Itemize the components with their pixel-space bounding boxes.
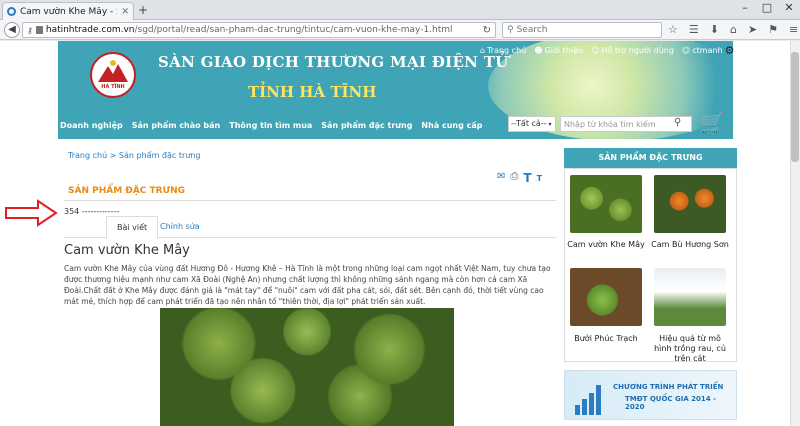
- menu-item-suppliers[interactable]: Nhà cung cấp: [421, 121, 482, 130]
- site-subtitle: TỈNH HÀ TĨNH: [248, 83, 377, 101]
- tab-edit[interactable]: Chỉnh sửa: [150, 216, 210, 239]
- home-icon[interactable]: ⌂: [730, 23, 737, 36]
- product-name-cam-khe-may[interactable]: Cam vườn Khe Mây: [566, 240, 646, 250]
- minimize-button[interactable]: –: [734, 0, 756, 18]
- close-tab-icon[interactable]: ✕: [121, 7, 129, 17]
- key-icon: ⚷: [27, 25, 33, 35]
- browser-toolbar-icons: ☆ ☰ ⬇ ⌂ ➤ ⚑ ≡: [668, 23, 798, 36]
- tab-title: Cam vườn Khe Mây - Sàn ...: [20, 6, 117, 17]
- banner-line1: CHƯƠNG TRÌNH PHÁT TRIỂN: [613, 383, 724, 391]
- menu-item-products-for-sale[interactable]: Sản phẩm chào bán: [132, 121, 221, 130]
- banner-line2: TMĐT QUỐC GIA 2014 - 2020: [625, 395, 717, 411]
- article-title: Cam vườn Khe Mây: [64, 243, 190, 258]
- scrollbar-thumb[interactable]: [791, 52, 799, 162]
- product-image-buoi-phuc-trach[interactable]: [570, 268, 642, 326]
- user-icon: ☺: [591, 46, 600, 55]
- top-link-home[interactable]: ⌂ Trang chủ: [480, 44, 526, 57]
- category-select-value: --Tất cả--: [511, 119, 547, 128]
- address-bar[interactable]: ⚷ hatinhtrade.com.vn/sgd/portal/read/san…: [22, 22, 496, 38]
- reading-list-icon[interactable]: ☰: [689, 23, 699, 36]
- bookmark-star-icon[interactable]: ☆: [668, 23, 678, 36]
- menu-item-specialties[interactable]: Sản phẩm đặc trưng: [321, 121, 412, 130]
- back-button[interactable]: ◀: [4, 22, 20, 38]
- product-image-cam-khe-may[interactable]: [570, 175, 642, 233]
- top-link-about-label: Giới thiệu: [544, 46, 584, 55]
- home-icon: ⌂: [480, 46, 486, 55]
- section-title: SẢN PHẨM ĐẶC TRƯNG: [68, 186, 186, 196]
- top-link-about[interactable]: ☻ Giới thiệu: [534, 44, 583, 57]
- close-window-button[interactable]: ✕: [778, 0, 800, 18]
- menu-icon[interactable]: ≡: [789, 23, 798, 36]
- product-name-cam-bu[interactable]: Cam Bù Hương Sơn: [650, 240, 730, 250]
- url-domain: hatinhtrade.com.vn: [45, 25, 135, 35]
- download-icon[interactable]: ⬇: [710, 23, 719, 36]
- font-smaller-icon[interactable]: T: [537, 171, 542, 185]
- product-name-buoi-phuc-trach[interactable]: Bưởi Phúc Trạch: [566, 334, 646, 344]
- menu-item-companies[interactable]: Doanh nghiệp: [60, 121, 123, 130]
- keyword-search-input[interactable]: Nhập từ khóa tìm kiếm: [560, 116, 692, 132]
- top-link-account[interactable]: ☺ ctmanh ⚙: [682, 44, 735, 57]
- site-title: SÀN GIAO DỊCH THƯƠNG MẠI ĐIỆN TỬ: [158, 53, 509, 71]
- gear-icon[interactable]: ⚙: [725, 44, 735, 57]
- ecommerce-program-banner[interactable]: CHƯƠNG TRÌNH PHÁT TRIỂN TMĐT QUỐC GIA 20…: [564, 370, 737, 420]
- site-logo[interactable]: HÀ TĨNH: [90, 52, 136, 98]
- breadcrumb[interactable]: Trang chủ > Sản phẩm đặc trưng: [68, 151, 200, 160]
- main-menu: Doanh nghiệp Sản phẩm chào bán Thông tin…: [60, 121, 483, 130]
- top-link-account-label: ctmanh: [692, 46, 723, 55]
- reload-icon[interactable]: ↻: [483, 25, 491, 36]
- article-photo-oranges: [160, 308, 454, 426]
- flag-icon[interactable]: ⚑: [768, 23, 778, 36]
- logo-text: HÀ TĨNH: [101, 84, 125, 90]
- lock-icon: [35, 26, 43, 34]
- top-links: ⌂ Trang chủ ☻ Giới thiệu ☺ Hỗ trợ người dùn…: [480, 44, 735, 57]
- maximize-button[interactable]: □: [756, 0, 778, 18]
- shopping-cart-icon[interactable]: 🛒: [700, 110, 725, 134]
- account-icon: ☺: [681, 46, 691, 55]
- url-text: hatinhtrade.com.vn/sgd/portal/read/san-p…: [46, 25, 453, 35]
- sidebar-heading: SẢN PHẨM ĐẶC TRƯNG: [564, 148, 737, 168]
- browser-tab[interactable]: Cam vườn Khe Mây - Sàn ... ✕: [2, 2, 134, 20]
- view-count: 354 -------------: [64, 207, 120, 216]
- section-divider: [64, 200, 556, 201]
- search-button-icon[interactable]: ⚲: [674, 117, 681, 128]
- favicon-icon: [7, 7, 16, 16]
- article-body: Cam vườn Khe Mây của vùng đất Hương Đô -…: [64, 264, 551, 306]
- font-larger-icon[interactable]: T: [523, 171, 531, 185]
- banner-chart-icon: [575, 379, 605, 415]
- search-icon: ⚲: [507, 25, 514, 35]
- category-select[interactable]: --Tất cả-- ▾: [508, 116, 556, 132]
- top-link-support[interactable]: ☺ Hỗ trợ người dùng: [591, 44, 674, 57]
- browser-search-box[interactable]: ⚲ Search: [502, 22, 662, 38]
- product-name-rau-cu[interactable]: Hiệu quả từ mô hình trồng rau, củ trên c…: [650, 334, 730, 364]
- menu-item-wanted[interactable]: Thông tin tìm mua: [229, 121, 312, 130]
- product-image-rau-cu[interactable]: [654, 268, 726, 326]
- users-icon: ☻: [534, 46, 543, 55]
- window-controls: – □ ✕: [734, 0, 800, 18]
- chevron-down-icon: ▾: [546, 121, 552, 128]
- article-tools: ✉ ⎙ T T: [497, 171, 542, 185]
- url-path: /sgd/portal/read/san-pham-dac-trung/tint…: [134, 25, 453, 35]
- product-image-cam-bu[interactable]: [654, 175, 726, 233]
- share-icon[interactable]: ➤: [748, 23, 757, 36]
- top-link-home-label: Trang chủ: [487, 46, 527, 55]
- print-icon[interactable]: ⎙: [510, 171, 518, 185]
- red-arrow-annotation-icon: [5, 199, 58, 227]
- search-placeholder: Search: [516, 25, 548, 35]
- new-tab-button[interactable]: +: [138, 3, 148, 17]
- top-link-support-label: Hỗ trợ người dùng: [601, 46, 674, 55]
- email-icon[interactable]: ✉: [497, 171, 505, 185]
